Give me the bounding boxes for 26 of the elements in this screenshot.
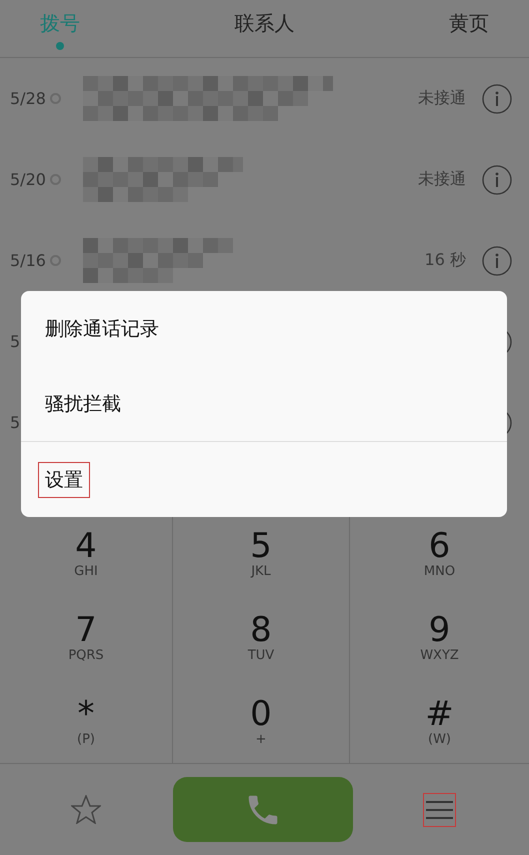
call-date: 5/16 bbox=[10, 251, 47, 270]
call-date: 5 bbox=[10, 413, 22, 432]
selected-dot bbox=[56, 42, 64, 50]
info-icon[interactable] bbox=[482, 246, 512, 276]
menu-item[interactable]: 删除通话记录 bbox=[38, 310, 166, 346]
call-status: 未接通 bbox=[418, 88, 466, 109]
star-icon[interactable] bbox=[71, 795, 101, 824]
dial-key[interactable]: * (P) bbox=[0, 679, 172, 763]
dial-key[interactable]: # (W) bbox=[349, 679, 529, 763]
menu-button[interactable] bbox=[423, 792, 456, 826]
dial-key[interactable]: 7 PQRS bbox=[0, 595, 172, 679]
call-status: 未接通 bbox=[418, 169, 466, 190]
menu-item[interactable]: 骚扰拦截 bbox=[38, 386, 128, 422]
info-icon[interactable] bbox=[482, 84, 512, 114]
call-date: 5/20 bbox=[10, 170, 47, 189]
tab[interactable]: 联系人 bbox=[234, 0, 294, 37]
call-date: 5 bbox=[10, 332, 22, 351]
call-date: 5/28 bbox=[10, 89, 47, 108]
call-status: 16 秒 bbox=[424, 250, 466, 271]
menu-item[interactable]: 设置 bbox=[38, 462, 90, 498]
dial-key[interactable]: 8 TUV bbox=[172, 595, 349, 679]
menu-icon bbox=[426, 800, 453, 820]
dial-key[interactable]: 9 WXYZ bbox=[349, 595, 529, 679]
dial-key[interactable]: 0 + bbox=[172, 679, 349, 763]
tab[interactable]: 黄页 bbox=[449, 0, 489, 37]
info-icon[interactable] bbox=[482, 164, 512, 194]
